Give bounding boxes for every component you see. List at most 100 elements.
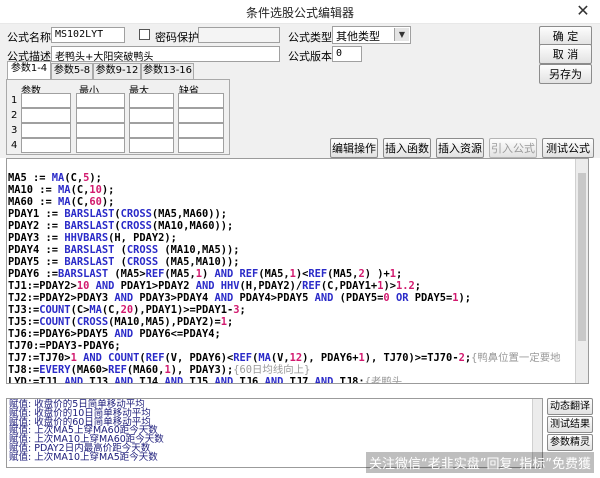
code-token: AND	[164, 376, 184, 384]
param-4-min-field[interactable]	[76, 138, 125, 153]
tab-params-1-4[interactable]: 参数1-4	[7, 61, 51, 80]
code-token: AND	[214, 292, 234, 304]
editor-scrollbar[interactable]	[575, 159, 588, 383]
code-token: COUNT	[39, 316, 71, 328]
code-token: AND	[314, 376, 334, 384]
code-token: (MA5,	[327, 268, 359, 280]
confirm-button[interactable]: 确 定	[539, 26, 592, 46]
insert-function-button[interactable]: 插入函数	[383, 138, 431, 158]
formula-name-label: 公式名称	[7, 31, 51, 44]
code-token: REF	[145, 352, 165, 364]
code-token: ;	[239, 304, 246, 316]
code-token: (C>	[70, 304, 90, 316]
formula-name-field[interactable]: MS102LYT	[51, 27, 125, 43]
code-token: (MA60,	[126, 364, 165, 376]
code-token: PDAY6 :=	[8, 268, 59, 280]
param-4-default-field[interactable]	[178, 138, 224, 153]
code-token: AND	[114, 292, 134, 304]
code-line: PDAY4 := BARSLAST (CROSS (MA10,MA5));	[8, 244, 588, 256]
param-1-default-field[interactable]	[178, 93, 224, 108]
param-3-max-field[interactable]	[129, 123, 174, 138]
editor-scrollbar-thumb[interactable]	[578, 173, 586, 341]
formula-type-value: 其他类型	[336, 30, 380, 43]
code-token: (C,	[70, 196, 90, 208]
code-token: TJ3:=	[8, 304, 40, 316]
formula-desc-field[interactable]: 老鸭头+大阳突破鸭头	[51, 46, 280, 62]
code-token: BARSLAST	[64, 220, 115, 232]
import-formula-button[interactable]: 引入公式	[489, 138, 537, 158]
password-checkbox[interactable]	[139, 29, 150, 40]
code-token: CROSS	[76, 316, 109, 328]
code-token: TJ5:=	[8, 316, 40, 328]
code-token: MA	[89, 304, 102, 316]
param-3-default-field[interactable]	[178, 123, 224, 138]
param-2-max-field[interactable]	[129, 108, 174, 123]
code-token: )<	[295, 268, 309, 280]
code-token: 60	[89, 196, 102, 208]
param-2-name-field[interactable]	[21, 108, 71, 123]
code-token: COUNT	[108, 352, 140, 364]
code-token: MA	[58, 184, 71, 196]
code-token: (C,	[101, 304, 121, 316]
edit-ops-button[interactable]: 编辑操作	[330, 138, 378, 158]
param-wizard-button[interactable]: 参数精灵	[547, 434, 593, 451]
param-3-name-field[interactable]	[21, 123, 71, 138]
code-line: PDAY2 := BARSLAST(CROSS(MA10,MA60));	[8, 220, 588, 232]
formula-type-label: 公式类型	[288, 31, 332, 44]
code-line: TJ3:=COUNT(C>MA(C,20),PDAY1)>=PDAY1-3;	[8, 304, 588, 316]
code-token: AND	[83, 352, 102, 364]
code-token: ), PDAY3);	[170, 364, 234, 376]
dynamic-translate-button[interactable]: 动态翻译	[547, 398, 593, 415]
param-3-min-field[interactable]	[76, 123, 125, 138]
code-token: );	[458, 292, 472, 304]
code-token: )>	[383, 280, 396, 292]
test-result-button[interactable]: 测试结果	[547, 416, 593, 433]
code-token: CROSS	[120, 208, 152, 220]
close-icon[interactable]: ✕	[572, 2, 594, 20]
test-formula-button[interactable]: 测试公式	[542, 138, 594, 158]
param-2-min-field[interactable]	[76, 108, 125, 123]
code-token: AND	[114, 376, 134, 384]
param-1-name-field[interactable]	[21, 93, 71, 108]
param-1-min-field[interactable]	[76, 93, 125, 108]
insert-resource-button[interactable]: 插入资源	[436, 138, 484, 158]
save-as-button[interactable]: 另存为	[539, 64, 592, 84]
tab-params-9-12[interactable]: 参数9-12	[93, 63, 141, 79]
chevron-down-icon[interactable]: ▼	[394, 28, 409, 41]
code-token: PDAY3>PDAY4	[133, 292, 215, 304]
code-token: REF	[239, 268, 259, 280]
code-line: MA5 := MA(C,5);	[8, 172, 588, 184]
code-token: ;	[414, 280, 422, 292]
cancel-button[interactable]: 取 消	[539, 44, 592, 64]
param-4-name-field[interactable]	[21, 138, 71, 153]
code-token: AND	[214, 268, 234, 280]
formula-type-select[interactable]: 其他类型 ▼	[332, 26, 411, 44]
code-token: TJ4	[133, 376, 165, 384]
tab-params-13-16[interactable]: 参数13-16	[141, 63, 194, 79]
code-token: (PDAY5=	[333, 292, 384, 304]
password-field[interactable]	[198, 27, 280, 43]
code-token: (MA5,MA10));	[158, 256, 240, 268]
code-token: PDAY1>PDAY2	[114, 280, 196, 292]
code-token: {老鸭头	[364, 376, 403, 384]
code-token: HHV	[220, 280, 240, 292]
code-lines: MA5 := MA(C,5); MA10 := MA(C,10); MA60 := …	[8, 172, 588, 384]
code-line: TJ6:=PDAY6>PDAY5 AND PDAY6<=PDAY4;	[8, 328, 588, 340]
code-token: AND	[64, 376, 84, 384]
formula-version-field[interactable]: 0	[332, 46, 362, 62]
code-token: REF	[302, 280, 321, 292]
code-token: REF	[233, 352, 253, 364]
code-token: AND	[264, 376, 284, 384]
code-token: CROSS	[126, 244, 159, 256]
param-4-max-field[interactable]	[129, 138, 174, 153]
formula-code-editor[interactable]: MA5 := MA(C,5); MA10 := MA(C,10); MA60 := …	[6, 158, 589, 384]
code-token: (V,	[270, 352, 290, 364]
code-token: MA	[58, 196, 71, 208]
param-2-default-field[interactable]	[178, 108, 224, 123]
code-token: TJ6:=PDAY6>PDAY5	[8, 328, 115, 340]
code-token: )	[201, 268, 215, 280]
param-1-max-field[interactable]	[129, 93, 174, 108]
password-label: 密码保护	[155, 31, 199, 44]
tab-params-5-8[interactable]: 参数5-8	[51, 63, 93, 79]
code-token: ;	[396, 268, 403, 280]
